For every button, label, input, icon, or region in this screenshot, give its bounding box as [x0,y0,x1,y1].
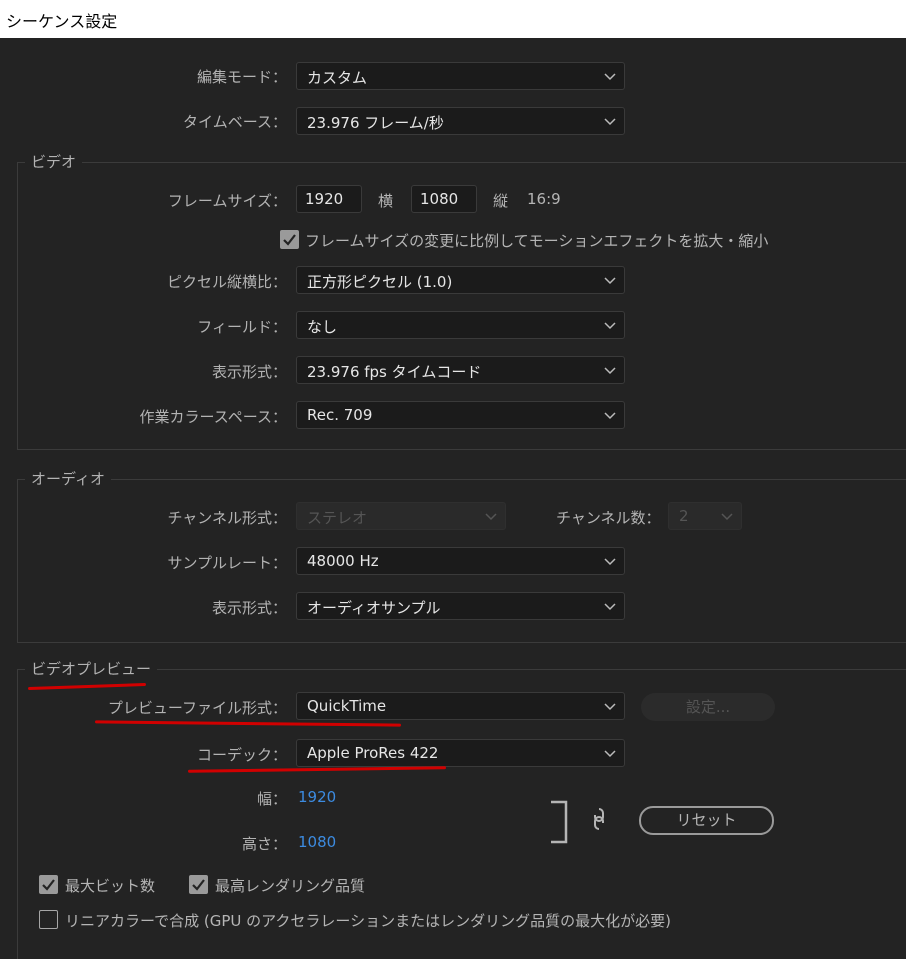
chevron-down-icon [604,277,616,285]
edit-mode-dropdown[interactable]: カスタム [296,62,625,90]
fields-value: なし [307,318,338,336]
codec-dropdown[interactable]: Apple ProRes 422 [296,739,625,767]
audio-display-format-label: 表示形式： [211,599,287,617]
preview-width-label: 幅： [256,790,287,808]
channel-format-dropdown[interactable]: ステレオ [296,502,506,530]
frame-width-unit: 横 [378,192,394,210]
max-render-quality-checkbox[interactable] [189,875,208,894]
channel-count-label: チャンネル数： [556,509,661,527]
max-bit-depth-label: 最大ビット数 [65,877,156,895]
chevron-down-icon [604,703,616,711]
frame-height-input[interactable]: 1080 [411,185,477,213]
aspect-ratio: 16:9 [527,190,561,208]
frame-size-label: フレームサイズ： [167,192,287,210]
timebase-label: タイムベース： [183,113,287,131]
preview-settings-button[interactable]: 設定... [641,693,775,721]
linear-color-checkbox[interactable] [39,910,58,929]
chevron-down-icon [604,73,616,81]
title-bar: シーケンス設定 [0,0,906,38]
codec-value: Apple ProRes 422 [307,744,439,762]
frame-width-input[interactable]: 1920 [296,185,362,213]
chevron-down-icon [485,513,497,521]
timebase-dropdown[interactable]: 23.976 フレーム/秒 [296,107,625,135]
checkmark-icon [192,879,205,891]
audio-display-format-dropdown[interactable]: オーディオサンプル [296,592,625,620]
timebase-value: 23.976 フレーム/秒 [307,114,444,132]
preview-file-format-label: プレビューファイル形式： [107,699,287,717]
link-icon[interactable] [590,806,608,832]
frame-width-value: 1920 [305,190,344,208]
channel-count-value: 2 [679,507,689,525]
checkmark-icon [42,879,55,891]
preview-height-label: 高さ： [241,835,287,853]
sample-rate-label: サンプルレート： [167,554,287,572]
preview-width-value[interactable]: 1920 [298,788,336,806]
chevron-down-icon [604,367,616,375]
channel-format-label: チャンネル形式： [167,509,287,527]
video-section-title: ビデオ [25,151,83,172]
video-preview-section-title: ビデオプレビュー [25,658,158,679]
bracket-icon [551,800,568,844]
chevron-down-icon [604,322,616,330]
window-title: シーケンス設定 [6,12,118,31]
frame-height-unit: 縦 [493,192,509,210]
sample-rate-dropdown[interactable]: 48000 Hz [296,547,625,575]
reset-button[interactable]: リセット [639,806,774,835]
color-space-label: 作業カラースペース： [139,408,287,426]
max-render-quality-label: 最高レンダリング品質 [215,877,366,895]
edit-mode-label: 編集モード： [196,68,287,86]
color-space-value: Rec. 709 [307,406,373,424]
pixel-aspect-value: 正方形ピクセル (1.0) [307,273,453,291]
chevron-down-icon [604,603,616,611]
preview-file-format-dropdown[interactable]: QuickTime [296,692,625,720]
linear-color-label: リニアカラーで合成 (GPU のアクセラレーションまたはレンダリング品質の最大化… [65,912,671,930]
edit-mode-value: カスタム [307,69,368,87]
chevron-down-icon [604,750,616,758]
fields-label: フィールド： [197,318,287,336]
channel-count-dropdown[interactable]: 2 [668,502,742,530]
audio-display-format-value: オーディオサンプル [307,599,441,617]
pixel-aspect-label: ピクセル縦横比： [166,273,287,291]
audio-section-title: オーディオ [25,468,111,489]
video-display-format-value: 23.976 fps タイムコード [307,363,482,381]
preview-height-value[interactable]: 1080 [298,833,336,851]
preview-file-format-value: QuickTime [307,697,387,715]
chevron-down-icon [604,118,616,126]
chevron-down-icon [604,412,616,420]
codec-label: コーデック： [196,746,287,764]
scale-motion-label: フレームサイズの変更に比例してモーションエフェクトを拡大・縮小 [305,232,769,250]
fields-dropdown[interactable]: なし [296,311,625,339]
pixel-aspect-dropdown[interactable]: 正方形ピクセル (1.0) [296,266,625,294]
chevron-down-icon [721,513,733,521]
channel-format-value: ステレオ [307,509,368,527]
frame-height-value: 1080 [420,190,459,208]
dialog-content: 編集モード： カスタム タイムベース： 23.976 フレーム/秒 ビデオ フレ… [0,38,906,959]
video-display-format-label: 表示形式： [211,363,287,381]
scale-motion-checkbox[interactable] [280,230,299,249]
sample-rate-value: 48000 Hz [307,552,379,570]
checkmark-icon [283,234,296,246]
max-bit-depth-checkbox[interactable] [39,875,58,894]
color-space-dropdown[interactable]: Rec. 709 [296,401,625,429]
video-display-format-dropdown[interactable]: 23.976 fps タイムコード [296,356,625,384]
chevron-down-icon [604,558,616,566]
